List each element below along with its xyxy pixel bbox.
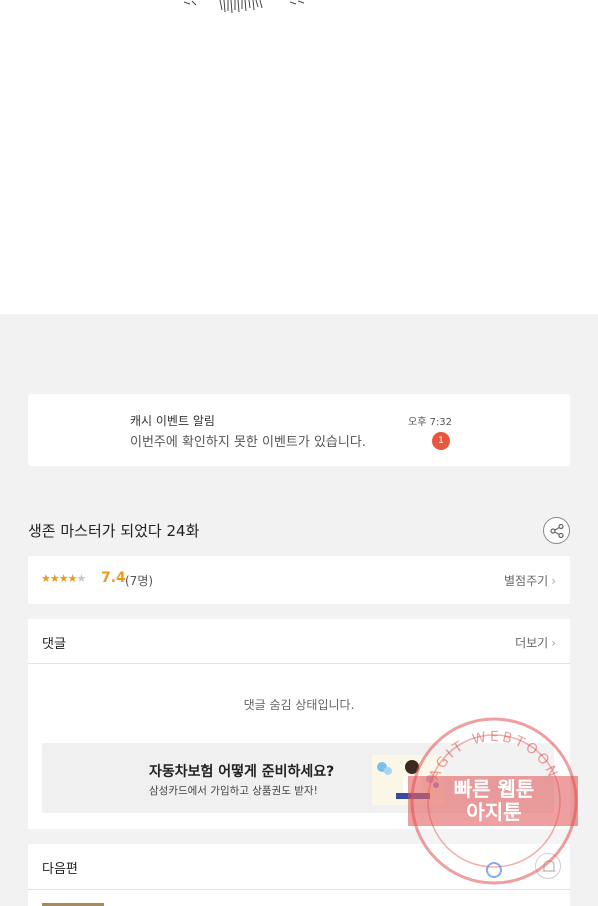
comments-section: 댓글 더보기 › 댓글 숨김 상태입니다. 자동차보험 어떻게 준비하세요? 삼성…: [28, 619, 570, 829]
comments-label: 댓글: [42, 637, 66, 652]
star-half-icon: ★: [67, 572, 78, 585]
ad-model-image: [372, 755, 444, 805]
chevron-right-icon: ›: [551, 636, 556, 650]
comments-header: 댓글 더보기 ›: [28, 619, 570, 664]
ad-title: 자동차보험 어떻게 준비하세요?: [149, 764, 335, 780]
star-icon: ★: [49, 572, 60, 585]
divider: [28, 889, 570, 890]
notification-card[interactable]: 캐시 이벤트 알림 이번주에 확인하지 못한 이벤트가 있습니다. 오후 7:3…: [28, 394, 570, 466]
chevron-right-icon: ›: [551, 574, 556, 588]
comments-hidden-message: 댓글 숨김 상태입니다.: [243, 698, 355, 712]
comments-more-button[interactable]: 더보기 ›: [515, 634, 556, 651]
episode-title: 생존 마스터가 되었다 24화: [28, 522, 200, 540]
star-empty-icon: ★: [76, 572, 87, 585]
notification-badge: 1: [432, 432, 450, 450]
ad-subtitle: 삼성카드에서 가입하고 상품권도 받자!: [149, 785, 318, 797]
notification-message: 이번주에 확인하지 못한 이벤트가 있습니다.: [130, 435, 366, 450]
ad-banner[interactable]: 자동차보험 어떻게 준비하세요? 삼성카드에서 가입하고 상품권도 받자!: [42, 743, 554, 813]
next-episode-section[interactable]: 다음편: [28, 844, 570, 906]
notification-time: 오후 7:32: [408, 417, 453, 428]
rate-button[interactable]: 별점주기 ›: [504, 572, 556, 589]
comic-art-fragment: [183, 0, 305, 14]
share-icon: [550, 523, 564, 539]
notification-title: 캐시 이벤트 알림: [130, 414, 215, 428]
star-icon: ★: [58, 572, 69, 585]
comic-panel-area: [0, 0, 598, 314]
bell-icon: [542, 860, 556, 872]
bell-button[interactable]: [535, 853, 561, 879]
rating-count: (7명): [125, 574, 154, 588]
rate-button-label: 별점주기: [504, 574, 549, 588]
rating-score: 7.4: [101, 570, 126, 586]
share-button[interactable]: [543, 517, 570, 544]
rating-bar: ★★★★★ 7.4 (7명) 별점주기 ›: [28, 556, 570, 604]
next-episode-label: 다음편: [42, 862, 78, 877]
star-icon: ★: [41, 572, 51, 585]
comments-more-label: 더보기: [515, 636, 549, 650]
star-rating: ★★★★★: [41, 572, 87, 585]
